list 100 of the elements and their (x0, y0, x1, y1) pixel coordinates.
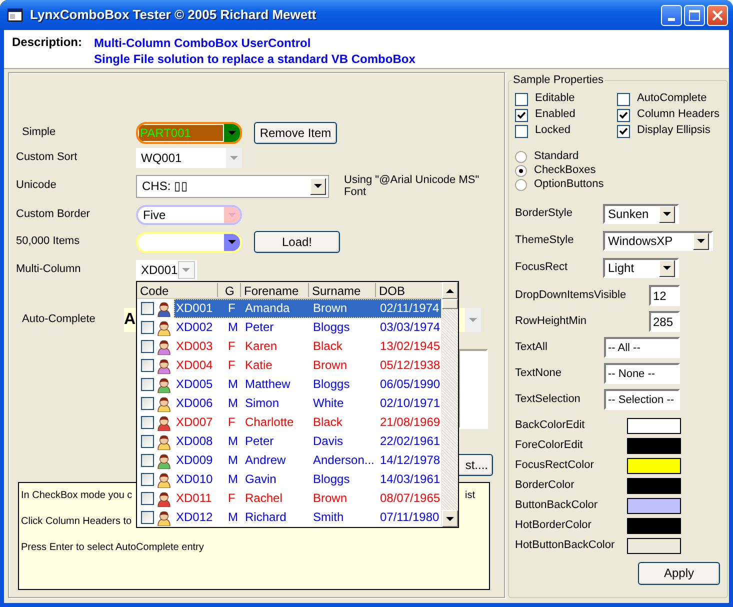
hint-text: Using "@Arial Unicode MS" Font (344, 174, 480, 198)
checkbox[interactable] (141, 454, 154, 467)
list-row[interactable]: XD001 F Amanda Brown 02/11/1974 (174, 299, 442, 318)
list-cell-text: M (227, 377, 239, 392)
list-row[interactable]: XD007 F Charlotte Black 21/08/1969 (174, 413, 442, 432)
caret-icon (446, 288, 454, 292)
list-row[interactable]: XD006 M Simon White 02/10/1971 (174, 394, 442, 413)
list-row[interactable]: XD002 M Peter Bloggs 03/03/1974 (174, 318, 442, 337)
scroll-up-button[interactable] (442, 282, 458, 299)
info-text: Click Column Headers to (21, 516, 132, 529)
action-button[interactable]: Load! (254, 231, 340, 253)
radio-button[interactable] (515, 165, 527, 177)
radio-button[interactable] (515, 151, 527, 163)
minimize-icon (668, 18, 675, 20)
caret-icon (228, 131, 236, 135)
checkbox[interactable] (141, 492, 154, 505)
dropdown-button[interactable] (224, 234, 240, 250)
color-swatch[interactable] (627, 438, 681, 454)
action-button[interactable]: Remove Item (254, 122, 337, 144)
input-field[interactable]: -- All -- (604, 337, 680, 358)
description-text: Single File solution to replace a standard VB ComboBox (94, 51, 416, 67)
scrollbar-thumb[interactable] (442, 299, 458, 309)
checkbox[interactable] (141, 397, 154, 410)
list-row[interactable]: XD005 M Matthew Bloggs 06/05/1990 (174, 375, 442, 394)
checkbox[interactable] (141, 473, 154, 486)
checkbox[interactable] (141, 416, 154, 429)
caret-icon (663, 212, 671, 216)
column-header[interactable]: Surname (309, 283, 376, 297)
list-cell-text: Matthew (244, 377, 292, 392)
color-swatch[interactable] (627, 418, 681, 434)
field-label: TextNone (515, 366, 562, 380)
info-text: Press Enter to select AutoComplete entry (21, 542, 204, 555)
list-cell-text: M (227, 320, 239, 335)
minimize-button[interactable] (661, 4, 682, 26)
input-field[interactable]: 12 (649, 285, 680, 306)
list-cell-text: Bloggs (312, 472, 351, 487)
combo-box[interactable]: CHS: ▯▯ (136, 174, 329, 198)
input-field[interactable]: 285 (649, 311, 680, 332)
list-row[interactable]: XD011 F Rachel Brown 08/07/1965 (174, 489, 442, 508)
color-swatch[interactable] (627, 478, 681, 494)
dropdown[interactable]: Light (603, 258, 679, 278)
list-cell-text: 13/02/1945 (379, 339, 442, 354)
radio-label: Standard (534, 150, 579, 164)
list-cell-text: Andrew (244, 453, 287, 468)
dropdown-button[interactable] (224, 124, 240, 142)
list-cell-text: Richard (244, 510, 288, 525)
list-row[interactable]: XD010 M Gavin Bloggs 14/03/1961 (174, 470, 442, 489)
checkbox[interactable] (617, 108, 630, 122)
column-header[interactable]: DOB (376, 283, 441, 297)
list-cell-text: F (227, 415, 236, 430)
checkbox[interactable] (141, 302, 154, 315)
input-field[interactable]: -- None -- (604, 363, 680, 384)
description-label: Description: (12, 35, 84, 51)
field-label: BorderStyle (515, 207, 574, 221)
list-cell-text: 05/12/1938 (379, 358, 442, 373)
checkbox[interactable] (141, 340, 154, 353)
apply-button[interactable]: Apply (638, 562, 720, 585)
checkbox[interactable] (141, 378, 154, 391)
column-header[interactable]: G (218, 283, 241, 297)
input-field[interactable]: -- Selection -- (604, 389, 680, 410)
scroll-down-button[interactable] (442, 510, 458, 527)
checkbox[interactable] (617, 92, 630, 106)
close-button[interactable] (707, 4, 728, 26)
radio-button[interactable] (515, 179, 527, 191)
list-cell-text: 08/07/1965 (379, 491, 442, 506)
dropdown[interactable]: Sunken (603, 204, 679, 224)
list-row[interactable]: XD008 M Peter Davis 22/02/1961 (174, 432, 442, 451)
list-cell-text: XD004 (175, 358, 214, 373)
list-cell-text: M (227, 472, 239, 487)
checkbox[interactable] (515, 92, 528, 106)
list-box[interactable] (458, 349, 488, 429)
maximize-button[interactable] (684, 4, 705, 26)
combo-box[interactable]: XD001 (136, 260, 197, 280)
list-cell-text: Brown (312, 301, 348, 316)
dropdown[interactable]: WindowsXP (603, 231, 713, 251)
list-cell-text: 06/05/1990 (379, 377, 442, 392)
person-icon (156, 320, 172, 336)
list-row[interactable]: XD004 F Katie Brown 05/12/1938 (174, 356, 442, 375)
info-text: ist (465, 490, 475, 503)
list-row[interactable]: XD009 M Andrew Anderson... 14/12/1978 (174, 451, 442, 470)
combo-box[interactable]: Five (136, 205, 242, 225)
checkbox[interactable] (141, 511, 154, 524)
column-header[interactable]: Code (137, 283, 218, 297)
checkbox[interactable] (141, 321, 154, 334)
checkbox[interactable] (515, 124, 528, 138)
list-row[interactable]: XD012 M Richard Smith 07/11/1980 (174, 508, 442, 527)
combo-box[interactable]: WQ001 (136, 148, 242, 168)
color-swatch[interactable] (627, 518, 681, 534)
checkbox[interactable] (515, 108, 528, 122)
checkbox[interactable] (617, 124, 630, 138)
radio-label: CheckBoxes (534, 164, 596, 178)
column-header[interactable]: Forename (241, 283, 309, 297)
combo-box[interactable]: PART001 (136, 122, 242, 144)
color-swatch[interactable] (627, 498, 681, 514)
checkbox[interactable] (141, 359, 154, 372)
color-swatch[interactable] (627, 458, 681, 474)
list-row[interactable]: XD003 F Karen Black 13/02/1945 (174, 337, 442, 356)
list-cell-text: XD008 (175, 434, 214, 449)
checkbox[interactable] (141, 435, 154, 448)
color-swatch[interactable] (627, 538, 681, 554)
